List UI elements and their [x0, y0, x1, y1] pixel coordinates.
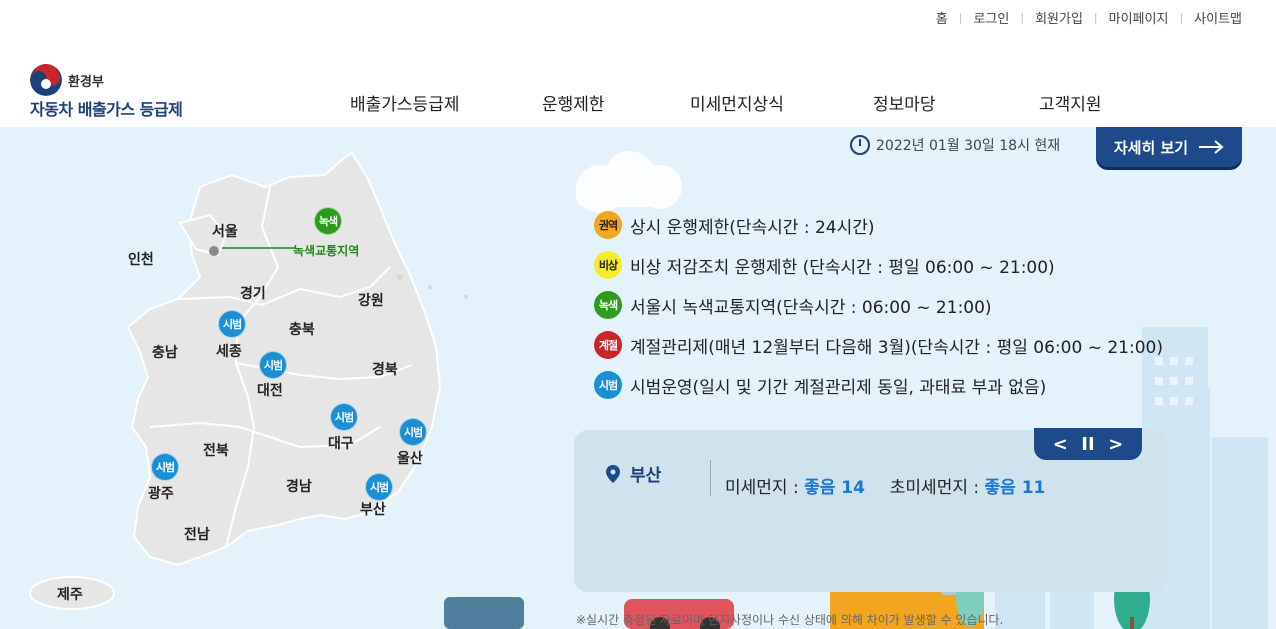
arrow-right-icon: [1199, 140, 1224, 154]
green-zone-label: 녹색교통지역: [293, 244, 360, 258]
region-seoul: 서울: [212, 224, 238, 240]
legend-text: 서울시 녹색교통지역(단속시간 : 06:00 ~ 21:00): [630, 297, 992, 318]
region-gangwon: 강원: [358, 293, 384, 309]
clock-icon: [850, 135, 870, 155]
nav-customer-support[interactable]: 고객지원: [1039, 90, 1102, 115]
region-chungbuk: 충북: [289, 322, 315, 338]
region-chungnam: 충남: [152, 345, 178, 361]
login-link[interactable]: 로그인: [973, 8, 1009, 27]
pilot-badge-ulsan: 시범: [399, 418, 427, 446]
utility-nav: 홈 | 로그인 | 회원가입 | 마이페이지 | 사이트맵: [936, 8, 1242, 27]
location-pin-icon: [606, 464, 620, 483]
region-gwangju: 광주: [148, 486, 174, 502]
legend-item-emergency: 비상 비상 저감조치 운행제한 (단속시간 : 평일 06:00 ~ 21:00…: [594, 245, 1163, 285]
region-jeonnam: 전남: [184, 527, 210, 543]
legend-text: 상시 운행제한(단속시간 : 24시간): [630, 217, 875, 238]
legend-text: 시범운영(일시 및 기간 계절관리제 동일, 과태료 부과 없음): [630, 377, 1047, 398]
legend-item-region: 권역 상시 운행제한(단속시간 : 24시간): [594, 205, 1163, 245]
region-jeonbuk: 전북: [203, 443, 229, 459]
pilot-badge-gwangju: 시범: [151, 453, 179, 481]
view-details-label: 자세히 보기: [1113, 138, 1189, 157]
region-gyeongnam: 경남: [286, 479, 312, 495]
legend-text: 비상 저감조치 운행제한 (단속시간 : 평일 06:00 ~ 21:00): [630, 257, 1055, 278]
carousel-controls: < II >: [1034, 428, 1142, 460]
region-daejeon: 대전: [257, 383, 283, 399]
dust-readings: 미세먼지 : 좋음 14 초미세먼지 : 좋음 11: [725, 473, 1045, 498]
main-nav: 배출가스등급제 운행제한 미세먼지상식 정보마당 고객지원: [0, 90, 1276, 115]
region-gyeongbuk: 경북: [372, 362, 398, 378]
region-jeju: 제주: [57, 587, 83, 603]
region-busan: 부산: [360, 502, 386, 518]
pilot-badge-daegu: 시범: [330, 403, 358, 431]
pilot-badge-sejong: 시범: [218, 310, 246, 338]
next-button[interactable]: >: [1108, 434, 1123, 455]
nav-operation-limit[interactable]: 운행제한: [542, 90, 605, 115]
signup-link[interactable]: 회원가입: [1035, 8, 1083, 27]
pilot-badge-busan: 시범: [365, 473, 393, 501]
pm25-label: 초미세먼지 :: [889, 478, 980, 498]
main-visual: 서울 인천 경기 강원 충북 충남 세종 대전 경북 대구 울산 전북 광주 경…: [0, 127, 1276, 629]
disclaimer-note: ※실시간 측정된 자료이며 현지사정이나 수신 상태에 의해 차이가 발생할 수…: [576, 613, 1004, 627]
ministry-name: 환경부: [68, 74, 104, 90]
region-daegu: 대구: [328, 436, 354, 452]
prev-button[interactable]: <: [1053, 434, 1068, 455]
view-details-button[interactable]: 자세히 보기: [1096, 127, 1242, 167]
pm10-label: 미세먼지 :: [725, 478, 799, 498]
korea-map: [29, 151, 468, 610]
location-name: 부산: [630, 466, 662, 486]
timestamp-text: 2022년 01월 30일 18시 현재: [876, 138, 1061, 154]
nav-emission-grade[interactable]: 배출가스등급제: [350, 90, 459, 115]
pm10-value: 좋음 14: [804, 478, 865, 498]
restriction-legend: 권역 상시 운행제한(단속시간 : 24시간) 비상 비상 저감조치 운행제한 …: [594, 205, 1163, 405]
pilot-badge-daejeon: 시범: [259, 351, 287, 379]
divider: [710, 460, 711, 496]
region-gyeonggi: 경기: [240, 286, 266, 302]
home-link[interactable]: 홈: [936, 8, 948, 27]
sitemap-link[interactable]: 사이트맵: [1194, 8, 1242, 27]
location: 부산: [606, 461, 661, 486]
badge-region: 권역: [594, 211, 622, 239]
mypage-link[interactable]: 마이페이지: [1109, 8, 1169, 27]
nav-information[interactable]: 정보마당: [873, 90, 936, 115]
nav-fine-dust-info[interactable]: 미세먼지상식: [690, 90, 784, 115]
badge-pilot: 시범: [594, 371, 622, 399]
region-ulsan: 울산: [397, 451, 423, 467]
region-sejong: 세종: [216, 344, 242, 360]
legend-item-pilot: 시범 시범운영(일시 및 기간 계절관리제 동일, 과태료 부과 없음): [594, 365, 1163, 405]
green-zone-badge: 녹색: [314, 207, 342, 235]
legend-item-season: 계절 계절관리제(매년 12월부터 다음해 3월)(단속시간 : 평일 06:0…: [594, 325, 1163, 365]
timestamp: 2022년 01월 30일 18시 현재: [850, 135, 1060, 155]
pause-button[interactable]: II: [1081, 434, 1094, 455]
divider: |: [1179, 11, 1184, 24]
badge-emergency: 비상: [594, 251, 622, 279]
divider: |: [1020, 11, 1025, 24]
legend-text: 계절관리제(매년 12월부터 다음해 3월)(단속시간 : 평일 06:00 ~…: [630, 337, 1163, 358]
region-incheon: 인천: [128, 252, 154, 268]
badge-season: 계절: [594, 331, 622, 359]
divider: |: [1093, 11, 1098, 24]
badge-green: 녹색: [594, 291, 622, 319]
pm25-value: 좋음 11: [984, 478, 1046, 498]
legend-item-green: 녹색 서울시 녹색교통지역(단속시간 : 06:00 ~ 21:00): [594, 285, 1163, 325]
divider: |: [958, 11, 963, 24]
